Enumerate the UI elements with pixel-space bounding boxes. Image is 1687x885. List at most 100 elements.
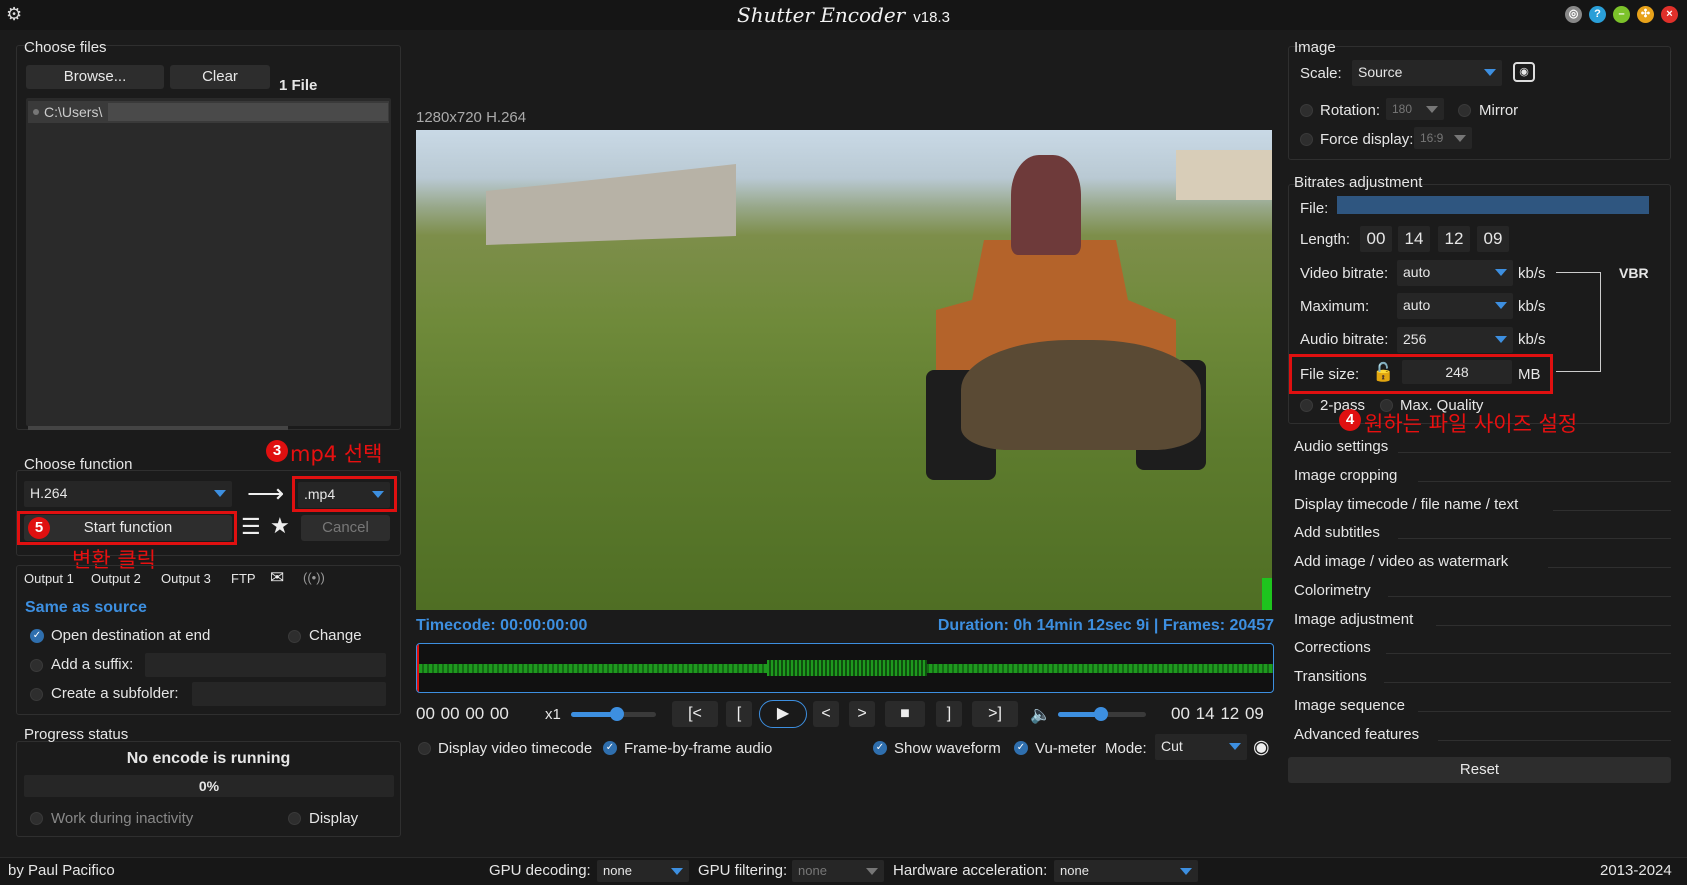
gpu-filtering-dropdown[interactable]: none <box>792 860 884 882</box>
clear-button[interactable]: Clear <box>170 65 270 89</box>
set-in-button[interactable]: [ <box>726 701 752 727</box>
display-radio[interactable] <box>288 812 301 825</box>
hardware-acceleration-dropdown[interactable]: none <box>1054 860 1198 882</box>
stop-button[interactable]: ■ <box>885 701 925 727</box>
go-to-end-button[interactable]: >] <box>972 701 1018 727</box>
accordion-image-cropping[interactable]: Image cropping <box>1294 467 1397 484</box>
codec-dropdown[interactable]: H.264 <box>24 481 232 507</box>
length-minutes[interactable]: 14 <box>1398 226 1430 252</box>
audio-bitrate-dropdown[interactable]: 256 <box>1397 327 1513 353</box>
author-label: by Paul Pacifico <box>8 862 115 879</box>
accordion-corrections[interactable]: Corrections <box>1294 639 1371 656</box>
gpu-decoding-dropdown[interactable]: none <box>597 860 689 882</box>
annotation-box-5 <box>17 511 237 545</box>
star-icon[interactable]: ★ <box>270 514 290 538</box>
close-icon[interactable]: × <box>1661 6 1678 23</box>
screenshot-icon[interactable]: ◉ <box>1513 62 1535 82</box>
display-label: Display <box>309 810 359 827</box>
bitrates-title: Bitrates adjustment <box>1294 174 1423 191</box>
waveform-timeline[interactable] <box>416 643 1274 693</box>
frame-by-frame-checkbox[interactable]: ✓ <box>603 741 617 755</box>
tab-output-3[interactable]: Output 3 <box>161 571 211 586</box>
length-hours[interactable]: 00 <box>1360 226 1392 252</box>
accordion-watermark[interactable]: Add image / video as watermark <box>1294 553 1508 570</box>
file-path-redacted <box>108 103 388 121</box>
accordion-divider <box>1398 538 1671 539</box>
next-frame-button[interactable]: > <box>849 701 875 727</box>
accordion-audio-settings[interactable]: Audio settings <box>1294 438 1388 455</box>
accordion-divider <box>1388 596 1671 597</box>
video-preview[interactable] <box>416 130 1272 610</box>
two-pass-checkbox[interactable] <box>1300 399 1313 412</box>
suffix-input[interactable] <box>145 653 386 677</box>
volume-slider-knob[interactable] <box>1094 707 1108 721</box>
change-radio[interactable] <box>288 630 301 643</box>
minimize-icon[interactable]: – <box>1613 6 1630 23</box>
choose-function-title: Choose function <box>24 456 133 473</box>
annotation-label-3: mp4 선택 <box>290 442 383 466</box>
accordion-add-subtitles[interactable]: Add subtitles <box>1294 524 1380 541</box>
force-display-dropdown[interactable]: 16:9 <box>1414 127 1472 149</box>
list-icon[interactable]: ☰ <box>241 515 261 539</box>
stop-icon: ■ <box>900 705 910 722</box>
subfolder-input[interactable] <box>192 682 386 706</box>
tab-ftp[interactable]: FTP <box>231 571 256 586</box>
play-button[interactable]: ▶ <box>759 700 807 728</box>
mirror-checkbox[interactable] <box>1458 104 1471 117</box>
rotation-checkbox[interactable] <box>1300 104 1313 117</box>
vu-meter-checkbox[interactable]: ✓ <box>1014 741 1028 755</box>
set-out-button[interactable]: ] <box>936 701 962 727</box>
previous-frame-button[interactable]: < <box>813 701 839 727</box>
force-display-label: Force display: <box>1320 131 1414 148</box>
accordion-divider <box>1436 625 1671 626</box>
accordion-transitions[interactable]: Transitions <box>1294 668 1367 685</box>
file-name-redacted <box>1337 196 1649 214</box>
start-timecode[interactable]: 00 00 00 00 <box>416 704 509 724</box>
reset-button[interactable]: Reset <box>1288 757 1671 783</box>
browse-button[interactable]: Browse... <box>26 65 164 89</box>
speed-label: x1 <box>545 706 561 723</box>
vbr-toggle[interactable]: VBR <box>1619 265 1649 281</box>
open-destination-checkbox[interactable]: ✓ <box>30 629 44 643</box>
open-destination-label: Open destination at end <box>51 627 211 644</box>
accordion-image-sequence[interactable]: Image sequence <box>1294 697 1405 714</box>
force-display-checkbox[interactable] <box>1300 133 1313 146</box>
preview-eye-icon[interactable]: ◉ <box>1253 736 1270 759</box>
video-bitrate-dropdown[interactable]: auto <box>1397 260 1513 286</box>
max-bitrate-dropdown[interactable]: auto <box>1397 293 1513 319</box>
file-list[interactable] <box>26 98 391 426</box>
mail-icon[interactable]: ✉ <box>270 568 284 588</box>
broadcast-icon[interactable]: ((•)) <box>303 570 325 585</box>
maximize-icon[interactable]: ✣ <box>1637 6 1654 23</box>
accordion-divider <box>1438 740 1671 741</box>
suffix-checkbox[interactable] <box>30 659 43 672</box>
speed-slider-knob[interactable] <box>610 707 624 721</box>
inactivity-checkbox[interactable] <box>30 812 43 825</box>
output-destination[interactable]: Same as source <box>25 599 147 617</box>
show-waveform-label: Show waveform <box>894 740 1001 757</box>
accordion-display-timecode[interactable]: Display timecode / file name / text <box>1294 496 1518 513</box>
subfolder-checkbox[interactable] <box>30 688 43 701</box>
mode-dropdown[interactable]: Cut <box>1155 734 1247 760</box>
accordion-divider <box>1418 711 1671 712</box>
annotation-label-4: 원하는 파일 사이즈 설정 <box>1364 412 1578 436</box>
tab-output-1[interactable]: Output 1 <box>24 571 74 586</box>
display-timecode-checkbox[interactable] <box>418 742 431 755</box>
cancel-button[interactable]: Cancel <box>301 515 390 541</box>
length-frames[interactable]: 09 <box>1477 226 1509 252</box>
accordion-colorimetry[interactable]: Colorimetry <box>1294 582 1371 599</box>
scale-dropdown[interactable]: Source <box>1352 60 1502 86</box>
file-list-scrollbar[interactable] <box>28 426 288 430</box>
help-icon[interactable]: ? <box>1589 6 1606 23</box>
end-timecode[interactable]: 00 14 12 09 <box>1171 704 1264 724</box>
rotation-dropdown[interactable]: 180 <box>1386 98 1444 120</box>
length-seconds[interactable]: 12 <box>1438 226 1470 252</box>
video-bitrate-unit: kb/s <box>1518 265 1546 282</box>
accordion-advanced-features[interactable]: Advanced features <box>1294 726 1419 743</box>
show-waveform-checkbox[interactable]: ✓ <box>873 741 887 755</box>
tab-output-2[interactable]: Output 2 <box>91 571 141 586</box>
language-icon[interactable]: ◎ <box>1565 6 1582 23</box>
accordion-image-adjustment[interactable]: Image adjustment <box>1294 611 1413 628</box>
go-to-start-button[interactable]: [< <box>672 701 718 727</box>
volume-icon[interactable]: 🔈 <box>1030 705 1051 725</box>
